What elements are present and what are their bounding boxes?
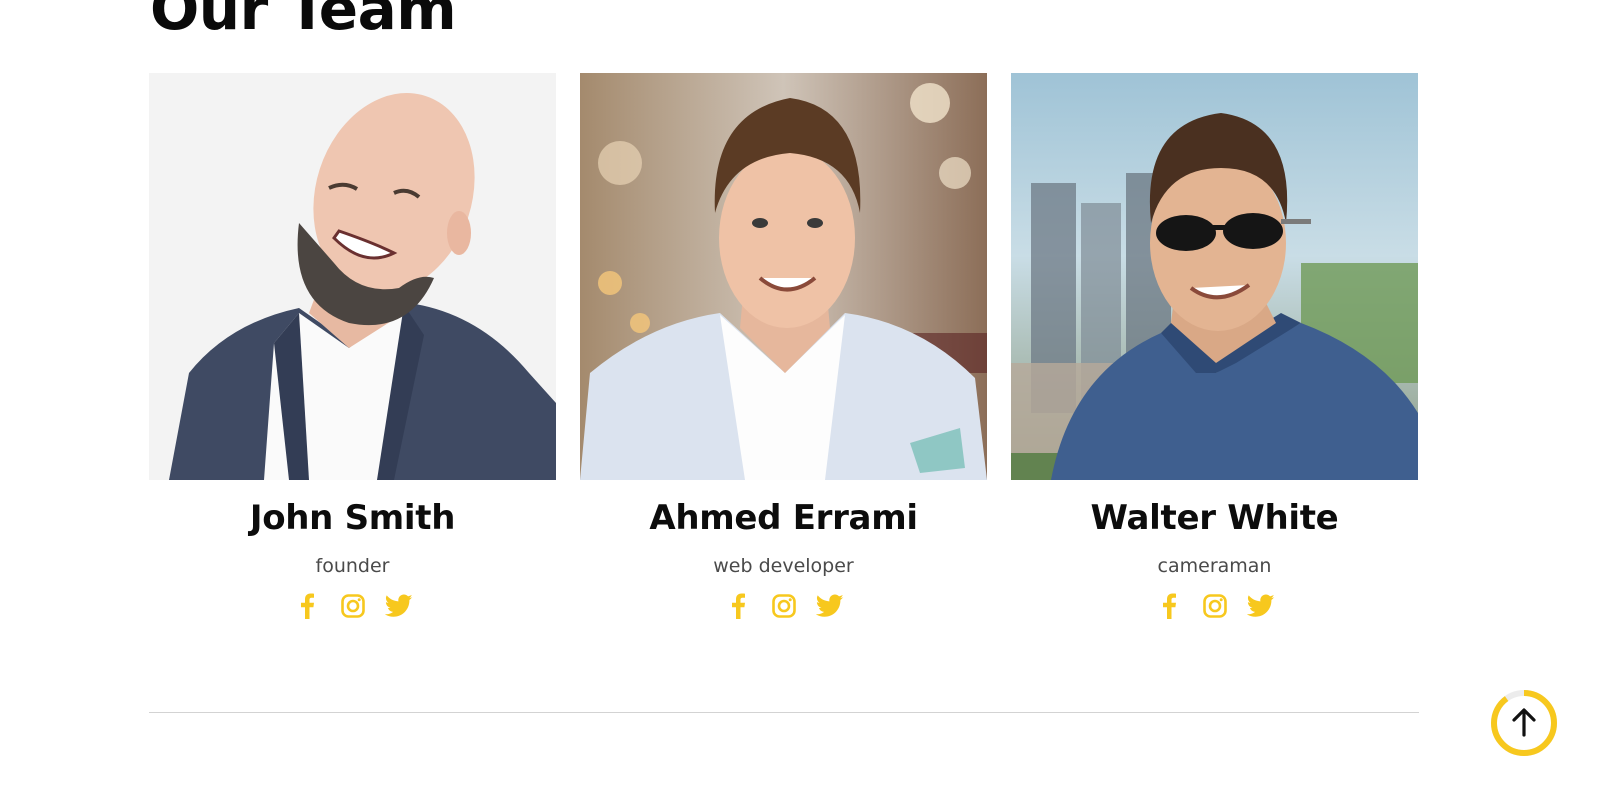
facebook-icon[interactable] [1155,592,1183,620]
member-role: web developer [713,554,854,577]
facebook-icon[interactable] [724,592,752,620]
twitter-icon[interactable] [384,592,413,620]
facebook-icon[interactable] [293,592,321,620]
section-title: Our Team [150,0,457,43]
team-section-page: Our Team John Smith founder Ahmed Errami… [0,0,1600,793]
member-role: founder [315,554,390,577]
team-member-card: John Smith founder [149,73,556,620]
section-divider [149,712,1419,713]
twitter-icon[interactable] [1246,592,1275,620]
team-grid: John Smith founder Ahmed Errami web deve… [149,73,1419,620]
team-member-card: Walter White cameraman [1011,73,1418,620]
member-role: cameraman [1157,554,1272,577]
social-links [1155,592,1275,620]
social-links [724,592,844,620]
scroll-progress-ring [1491,690,1557,756]
member-photo [580,73,987,480]
back-to-top-button[interactable] [1489,688,1559,758]
member-photo [149,73,556,480]
instagram-icon[interactable] [1201,592,1229,620]
twitter-icon[interactable] [815,592,844,620]
member-name: Ahmed Errami [649,498,918,538]
team-member-card: Ahmed Errami web developer [580,73,987,620]
instagram-icon[interactable] [339,592,367,620]
instagram-icon[interactable] [770,592,798,620]
member-name: John Smith [249,498,456,538]
social-links [293,592,413,620]
member-photo [1011,73,1418,480]
member-name: Walter White [1090,498,1339,538]
